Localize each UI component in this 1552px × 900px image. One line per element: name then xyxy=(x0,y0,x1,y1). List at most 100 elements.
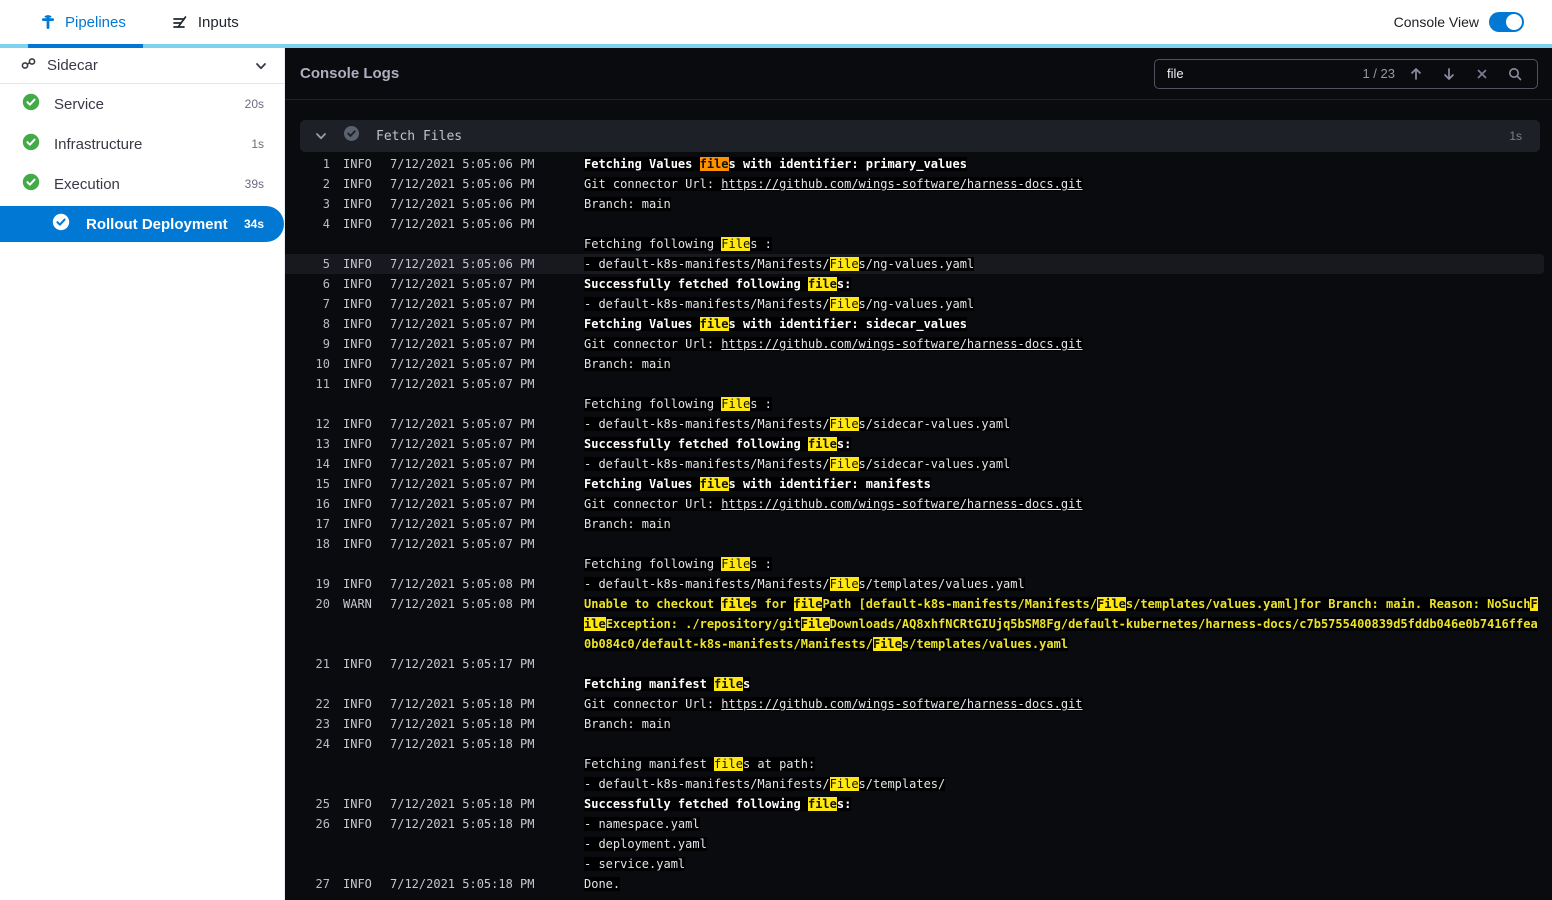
log-message: - service.yaml xyxy=(584,854,1542,874)
log-timestamp: 7/12/2021 5:05:18 PM xyxy=(390,877,535,891)
chevron-down-icon[interactable] xyxy=(254,59,268,73)
line-number: 19 xyxy=(315,577,330,591)
log-timestamp: 7/12/2021 5:05:06 PM xyxy=(390,197,535,211)
log-row: 10 INFO 7/12/2021 5:05:07 PM Branch: main xyxy=(285,354,1552,374)
search-icon[interactable] xyxy=(1503,62,1527,86)
console-view-toggle[interactable] xyxy=(1489,12,1524,32)
line-number: 4 xyxy=(322,217,330,231)
log-level: INFO xyxy=(343,417,372,431)
log-link[interactable]: https://github.com/wings-software/harnes… xyxy=(721,177,1083,191)
log-level: INFO xyxy=(343,157,372,171)
log-timestamp: 7/12/2021 5:05:07 PM xyxy=(390,277,535,291)
log-level: INFO xyxy=(343,877,372,891)
sidebar-stage-rollout-deployment[interactable]: Rollout Deployment 34s xyxy=(0,206,284,242)
log-row: 26 INFO 7/12/2021 5:05:18 PM - namespace.ya… xyxy=(285,814,1552,834)
log-text: Fetching manifest xyxy=(584,757,715,771)
stage-label: Execution xyxy=(54,175,120,193)
stage-sidebar: Sidecar Service 20s Infrastructure 1s Execut… xyxy=(0,48,285,900)
tab-pipelines[interactable]: Pipelines xyxy=(40,0,126,44)
search-highlight: file xyxy=(714,757,743,771)
log-timestamp: 7/12/2021 5:05:08 PM xyxy=(390,577,535,591)
log-message: Successfully fetched following files: xyxy=(584,434,1542,454)
sidebar-stage-execution[interactable]: Execution 39s xyxy=(0,164,284,204)
next-match-icon[interactable] xyxy=(1437,62,1461,86)
log-section-header[interactable]: Fetch Files 1s xyxy=(300,120,1540,152)
log-timestamp xyxy=(390,674,540,694)
log-message: Fetching manifest files xyxy=(584,674,1542,694)
stage-label: Infrastructure xyxy=(54,135,143,153)
stage-label: Rollout Deployment xyxy=(86,215,228,233)
log-row-continuation: Fetching manifest files xyxy=(285,674,1552,694)
log-link[interactable]: https://github.com/wings-software/harnes… xyxy=(721,497,1083,511)
log-timestamp: 7/12/2021 5:05:07 PM xyxy=(390,537,535,551)
log-text: s : xyxy=(750,237,772,251)
search-highlight: File xyxy=(800,617,830,631)
log-level: INFO xyxy=(343,217,372,231)
section-status-check-icon xyxy=(343,125,360,147)
log-timestamp: 7/12/2021 5:05:06 PM xyxy=(390,217,535,231)
line-number xyxy=(300,854,330,874)
stage-success-icon xyxy=(22,173,40,196)
log-link[interactable]: https://github.com/wings-software/harnes… xyxy=(721,337,1083,351)
line-number: 21 xyxy=(315,657,330,671)
line-number: 25 xyxy=(315,797,330,811)
line-number: 16 xyxy=(315,497,330,511)
log-link[interactable]: https://github.com/wings-software/harnes… xyxy=(721,697,1083,711)
log-row: 8 INFO 7/12/2021 5:05:07 PM Fetching Values… xyxy=(285,314,1552,334)
log-text: - default-k8s-manifests/Manifests/ xyxy=(584,297,830,311)
link-icon xyxy=(20,55,37,77)
log-timestamp xyxy=(390,854,540,874)
log-message: Unable to checkout files for filePath [d… xyxy=(584,594,1542,654)
log-row: 21 INFO 7/12/2021 5:05:17 PM xyxy=(285,654,1552,674)
stage-duration: 34s xyxy=(243,217,264,231)
log-message: - default-k8s-manifests/Manifests/Files/… xyxy=(584,774,1542,794)
log-level: INFO xyxy=(343,297,372,311)
sidebar-stage-infrastructure[interactable]: Infrastructure 1s xyxy=(0,124,284,164)
log-row-continuation: - default-k8s-manifests/Manifests/Files/… xyxy=(285,774,1552,794)
log-timestamp xyxy=(390,834,540,854)
pipeline-group-label: Sidecar xyxy=(47,57,98,74)
log-text: s/templates/values.yaml]for Branch: main… xyxy=(1125,597,1531,611)
stage-label: Service xyxy=(54,95,105,113)
log-row: 20 WARN 7/12/2021 5:05:08 PM Unable to chec… xyxy=(285,594,1552,654)
section-chevron-down-icon[interactable] xyxy=(314,129,328,143)
console-title: Console Logs xyxy=(300,65,400,82)
log-timestamp: 7/12/2021 5:05:08 PM xyxy=(390,597,535,611)
log-text: s : xyxy=(750,557,772,571)
log-text: s: xyxy=(836,277,852,291)
line-number: 9 xyxy=(322,337,330,351)
line-number: 20 xyxy=(315,597,330,611)
line-number: 13 xyxy=(315,437,330,451)
log-text: - deployment.yaml xyxy=(584,837,707,851)
prev-match-icon[interactable] xyxy=(1404,62,1428,86)
log-timestamp xyxy=(390,394,540,414)
search-input[interactable] xyxy=(1167,66,1327,81)
line-number: 1 xyxy=(322,157,330,171)
pipeline-group-header[interactable]: Sidecar xyxy=(0,48,284,84)
log-text: Branch: main xyxy=(584,717,671,731)
line-number: 26 xyxy=(315,817,330,831)
log-text: Done. xyxy=(584,877,621,891)
log-row-continuation: Fetching following Files : xyxy=(285,234,1552,254)
clear-search-icon[interactable] xyxy=(1470,62,1494,86)
log-timestamp: 7/12/2021 5:05:18 PM xyxy=(390,737,535,751)
line-number: 17 xyxy=(315,517,330,531)
console-view-label: Console View xyxy=(1393,14,1479,30)
log-message: Fetching following Files : xyxy=(584,394,1542,414)
tab-inputs[interactable]: Inputs xyxy=(172,0,239,44)
log-message: Git connector Url: https://github.com/wi… xyxy=(584,174,1542,194)
line-number xyxy=(300,394,330,414)
line-number: 7 xyxy=(322,297,330,311)
log-message: Fetching manifest files at path: xyxy=(584,754,1542,774)
log-message: Successfully fetched following files: xyxy=(584,794,1542,814)
log-text: Fetching Values xyxy=(584,477,700,491)
log-timestamp: 7/12/2021 5:05:06 PM xyxy=(390,157,535,171)
search-highlight: File xyxy=(721,237,751,251)
line-number: 12 xyxy=(315,417,330,431)
log-timestamp: 7/12/2021 5:05:17 PM xyxy=(390,657,535,671)
stage-duration: 39s xyxy=(244,177,264,191)
log-scroll-area[interactable]: Fetch Files 1s 1 INFO 7/12/2021 5:05:06 PM… xyxy=(285,100,1552,900)
line-number: 24 xyxy=(315,737,330,751)
sidebar-stage-service[interactable]: Service 20s xyxy=(0,84,284,124)
log-search-box: 1 / 23 xyxy=(1154,58,1538,89)
